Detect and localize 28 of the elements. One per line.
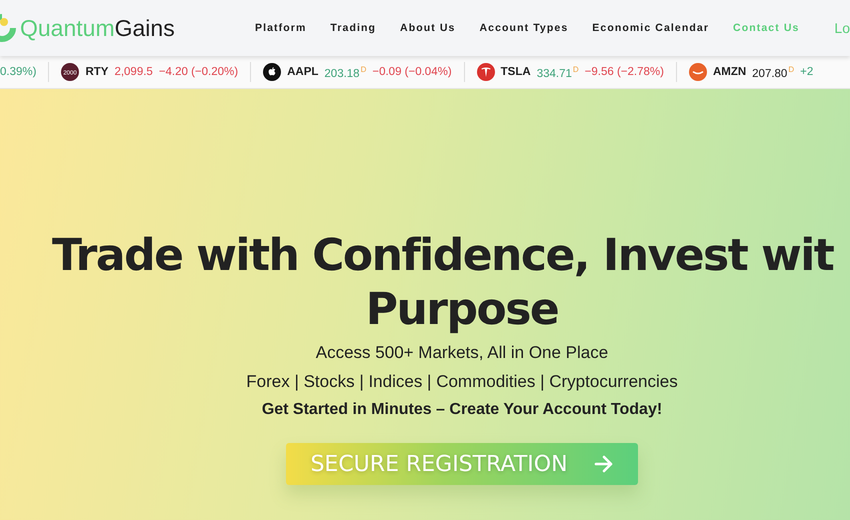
smile-logo-icon <box>688 63 707 81</box>
logo-text[interactable]: QuantumGains <box>20 14 175 42</box>
ticker-symbol[interactable]: TSLA <box>500 66 531 78</box>
nav-link[interactable]: Account Types <box>479 22 568 34</box>
nav-link[interactable]: Economic Calendar <box>592 22 710 34</box>
car-logo-icon <box>476 63 495 81</box>
ticker-change: −9.56 (−2.78%) <box>584 66 664 78</box>
call-to-action-text: Get Started in Minutes – Create Your Account Today! <box>262 401 662 419</box>
ticker-price: 334.71$^{D}$ <box>536 64 579 80</box>
ticker-change: 0.39%) <box>0 66 36 78</box>
arrow-right-icon <box>594 455 614 473</box>
ticker-change: −4.20 (−0.20%) <box>158 66 238 78</box>
ticker-symbol[interactable]: AMZN <box>712 66 746 78</box>
ticker-change: +2 <box>800 66 814 78</box>
nav-link[interactable]: Platform <box>255 22 306 34</box>
ticker-symbol[interactable]: RTY <box>85 66 108 78</box>
headline: Purpose <box>366 283 558 337</box>
markets-list: Forex | Stocks | Indices | Commodities | Cryptocurrencies <box>246 372 678 392</box>
apple-icon <box>263 63 282 81</box>
ticker-symbol[interactable]: AAPL <box>287 66 318 78</box>
nav-link[interactable]: Trading <box>330 22 376 34</box>
ticker-price: 203.18$^{D}$ <box>324 64 366 80</box>
headline: Trade with Confidence, Invest wit <box>52 229 834 283</box>
ticker-change: −0.09 (−0.04%) <box>372 66 452 78</box>
ticker-price: 2,099.5 <box>114 66 153 78</box>
subtitle: Access 500+ Markets, All in One Place <box>316 343 608 363</box>
ticker-price: 207.80$^{D}$ <box>752 64 794 80</box>
nav-link[interactable]: About Us <box>400 22 456 34</box>
